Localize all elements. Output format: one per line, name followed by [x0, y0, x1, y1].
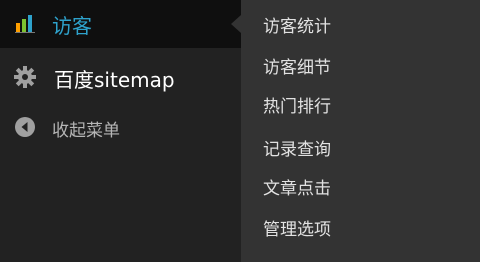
submenu-item-article-clicks[interactable]: 文章点击 [263, 178, 331, 200]
submenu-pointer [231, 15, 241, 33]
admin-side-menu: 访客 百度sitemap 收起菜单 [0, 0, 241, 262]
submenu-item-popular-ranking[interactable]: 热门排行 [263, 96, 331, 118]
menu-item-visitors[interactable]: 访客 [0, 0, 241, 48]
submenu-item-visitor-details[interactable]: 访客细节 [263, 57, 331, 79]
admin-menu-screen: 访客 百度sitemap 收起菜单 访客统计 访客细节 热门排行 记录查询 文章… [0, 0, 480, 262]
submenu-item-manage-options[interactable]: 管理选项 [263, 219, 331, 241]
menu-item-label: 百度sitemap [54, 68, 175, 92]
visitors-submenu: 访客统计 访客细节 热门排行 记录查询 文章点击 管理选项 [241, 0, 480, 262]
collapse-menu-button[interactable]: 收起菜单 [0, 104, 241, 148]
collapse-menu-label: 收起菜单 [52, 121, 120, 141]
bar-chart-icon [15, 15, 35, 33]
gear-icon [14, 66, 36, 88]
submenu-item-visitor-stats[interactable]: 访客统计 [263, 16, 331, 38]
submenu-item-record-query[interactable]: 记录查询 [263, 139, 331, 161]
collapse-arrow-icon [15, 117, 35, 137]
menu-item-baidu-sitemap[interactable]: 百度sitemap [0, 52, 241, 100]
menu-item-label: 访客 [52, 14, 92, 38]
